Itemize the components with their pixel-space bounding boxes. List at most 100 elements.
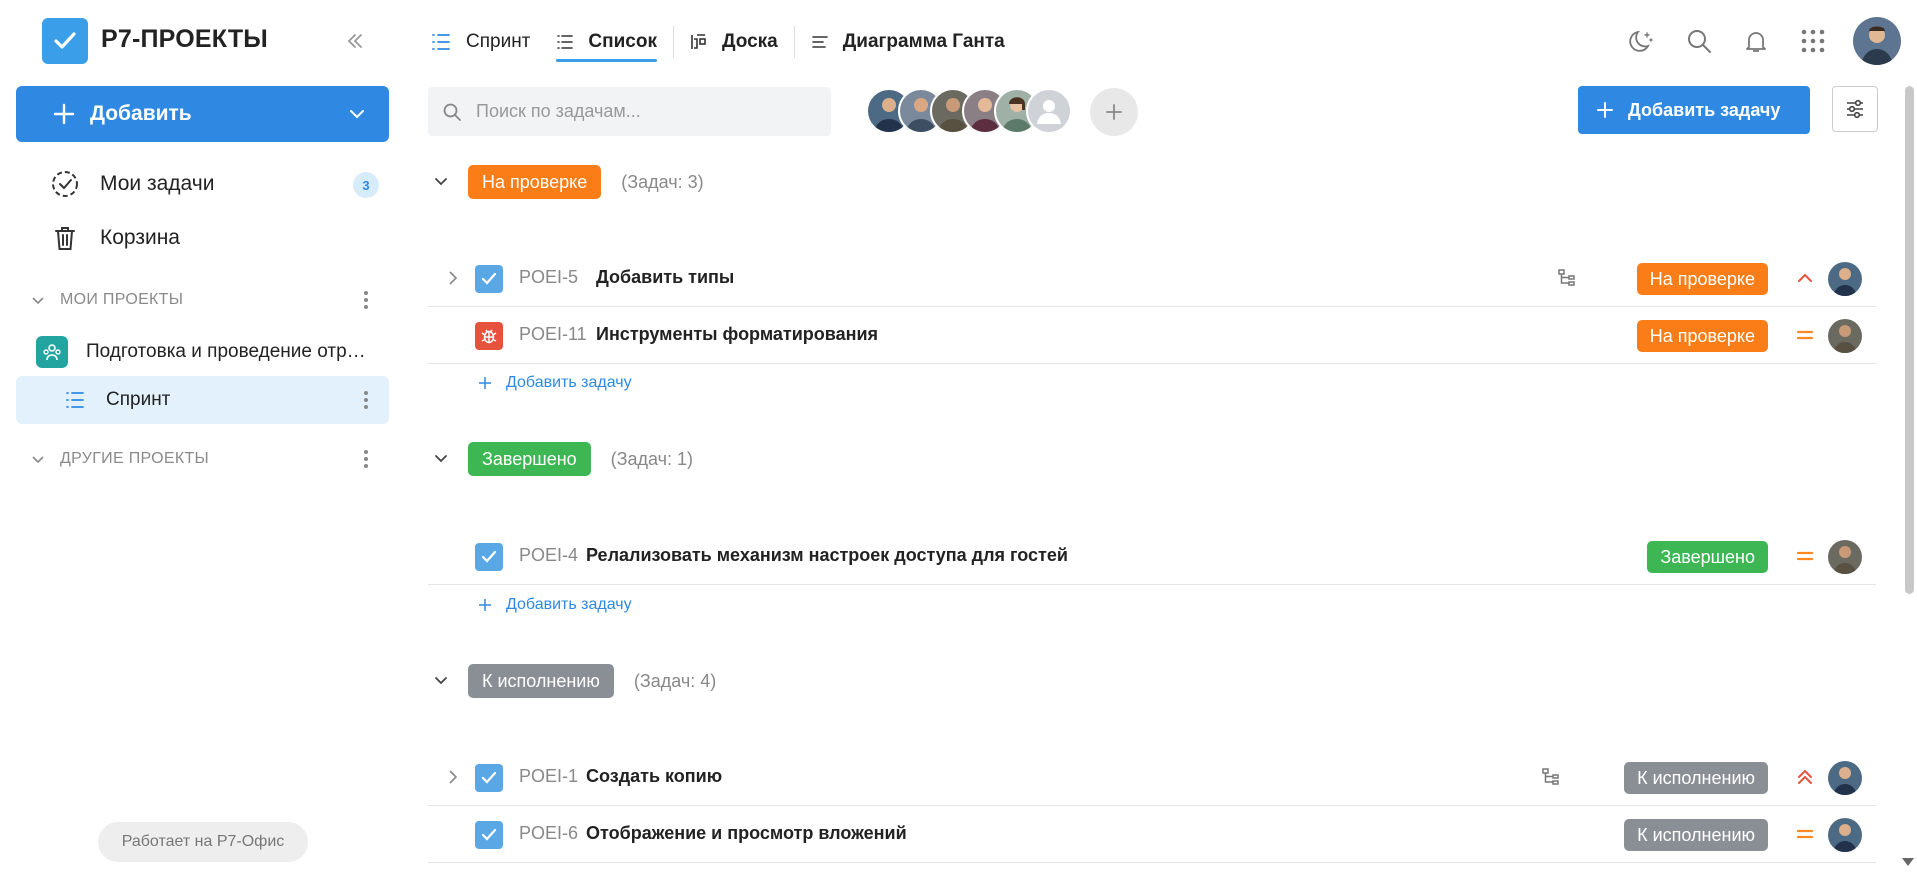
task-type-checkbox-icon	[475, 543, 503, 571]
page-title: Спринт	[466, 31, 531, 52]
more-vertical-icon[interactable]	[356, 388, 376, 412]
group-status-badge: Завершено	[468, 442, 591, 476]
add-task-button[interactable]: Добавить задачу	[1578, 86, 1810, 134]
task-type-checkbox-icon	[475, 821, 503, 849]
subtasks-icon	[1558, 269, 1575, 286]
project-item[interactable]: Подготовка и проведение отраслевой конфе…	[36, 335, 386, 369]
filter-settings-button[interactable]	[1832, 86, 1878, 132]
my-projects-section[interactable]: МОИ ПРОЕКТЫ	[30, 288, 183, 312]
group-task-count: (Задач: 3)	[621, 171, 704, 192]
plus-icon	[1597, 102, 1613, 118]
tab-board[interactable]: Доска	[690, 20, 778, 64]
chevron-down-icon[interactable]	[430, 670, 452, 692]
group-status-badge: К исполнению	[468, 664, 614, 698]
more-vertical-icon[interactable]	[356, 447, 376, 471]
section-label: МОИ ПРОЕКТЫ	[60, 291, 184, 308]
priority-medium-icon[interactable]	[1794, 545, 1816, 567]
task-count-badge: 3	[353, 172, 379, 198]
plus-icon	[53, 103, 75, 125]
task-status-badge[interactable]: Завершено	[1647, 541, 1768, 573]
task-status-badge[interactable]: К исполнению	[1624, 819, 1768, 851]
group-task-count: (Задач: 4)	[633, 670, 717, 691]
table-row[interactable]: POEI-4 Релализовать механизм настроек до…	[428, 528, 1876, 585]
app-title: Р7-ПРОЕКТЫ	[101, 25, 268, 53]
section-label: ДРУГИЕ ПРОЕКТЫ	[60, 450, 209, 467]
tab-divider	[793, 26, 795, 58]
task-title[interactable]: Добавить типы	[596, 267, 734, 288]
sidebar-item-my-tasks[interactable]: Мои задачи 3	[16, 161, 389, 207]
search-input[interactable]	[476, 101, 806, 122]
scroll-down-arrow-icon[interactable]	[1902, 858, 1914, 866]
more-vertical-icon[interactable]	[356, 288, 376, 312]
assignee-avatar[interactable]	[1828, 818, 1862, 852]
sprint-title: Спринт	[430, 20, 530, 64]
chevron-down-icon	[32, 456, 44, 464]
tab-divider	[672, 26, 674, 58]
table-row[interactable]: POEI-11 Инструменты форматирования На пр…	[428, 307, 1876, 364]
task-code: POEI-5	[519, 267, 579, 287]
scrollbar-thumb[interactable]	[1905, 86, 1914, 594]
assignee-avatar[interactable]	[1828, 540, 1862, 574]
task-status-badge[interactable]: На проверке	[1636, 320, 1768, 352]
table-row[interactable]: POEI-5 Добавить типы На проверке	[428, 250, 1876, 307]
apps-grid-icon[interactable]	[1799, 27, 1827, 55]
chevron-down-icon	[32, 297, 44, 305]
chevron-down-icon[interactable]	[430, 448, 452, 470]
plus-icon	[479, 377, 491, 389]
add-task-link[interactable]: Добавить задачу	[478, 592, 632, 618]
plus-icon	[1106, 104, 1122, 120]
table-row[interactable]: POEI-6 Отображение и просмотр вложений К…	[428, 806, 1876, 863]
add-member-button[interactable]	[1090, 88, 1138, 136]
assignee-avatar[interactable]	[1828, 761, 1862, 795]
task-title[interactable]: Создать копию	[586, 766, 722, 787]
other-projects-section[interactable]: ДРУГИЕ ПРОЕКТЫ	[30, 447, 209, 471]
list-icon	[66, 392, 84, 408]
team-avatars[interactable]	[866, 88, 1072, 136]
placeholder-avatar[interactable]	[1026, 88, 1072, 134]
task-type-checkbox-icon	[475, 764, 503, 792]
chevron-right-icon[interactable]	[443, 767, 463, 787]
sidebar-item-sprint[interactable]: Спринт	[16, 376, 389, 424]
assignee-avatar[interactable]	[1828, 262, 1862, 296]
user-avatar[interactable]	[1853, 17, 1901, 65]
project-name: Подготовка и проведение отраслевой конфе…	[86, 341, 376, 362]
group-task-count: (Задач: 1)	[610, 448, 694, 469]
task-title[interactable]: Инструменты форматирования	[596, 324, 878, 345]
tab-label: Список	[588, 31, 657, 52]
tab-gantt[interactable]: Диаграмма Ганта	[811, 20, 1005, 64]
sidebar-item-trash[interactable]: Корзина	[16, 215, 389, 261]
add-task-button-label: Добавить задачу	[1628, 99, 1781, 120]
board-icon	[691, 34, 706, 49]
trash-icon	[55, 227, 75, 250]
add-task-link[interactable]: Добавить задачу	[478, 370, 632, 396]
group-header[interactable]: Завершено (Задач: 1)	[430, 441, 693, 477]
add-button[interactable]: Добавить	[16, 86, 389, 142]
table-row[interactable]: POEI-1 Создать копию К исполнению	[428, 749, 1876, 806]
add-task-link-label: Добавить задачу	[506, 374, 632, 391]
priority-high-icon[interactable]	[1794, 267, 1816, 289]
priority-highest-icon[interactable]	[1794, 766, 1816, 788]
priority-medium-icon[interactable]	[1794, 823, 1816, 845]
task-title[interactable]: Отображение и просмотр вложений	[586, 823, 907, 844]
task-status-badge[interactable]: На проверке	[1636, 263, 1768, 295]
theme-moon-icon[interactable]	[1628, 27, 1656, 55]
collapse-sidebar-icon[interactable]	[344, 30, 366, 52]
search-field[interactable]	[428, 87, 831, 136]
task-status-badge[interactable]: К исполнению	[1624, 762, 1768, 794]
assignee-avatar[interactable]	[1828, 319, 1862, 353]
task-code: POEI-1	[519, 766, 579, 786]
sidebar-item-label: Мои задачи	[100, 172, 215, 195]
group-header[interactable]: На проверке (Задач: 3)	[430, 164, 704, 200]
header-actions	[1599, 16, 1901, 66]
bell-icon[interactable]	[1742, 27, 1770, 55]
chevron-down-icon[interactable]	[430, 171, 452, 193]
chevron-right-icon[interactable]	[443, 268, 463, 288]
powered-by-badge[interactable]: Работает на Р7-Офис	[98, 822, 308, 862]
chevron-down-icon[interactable]	[347, 104, 367, 124]
sliders-icon	[1847, 99, 1863, 119]
search-icon[interactable]	[1685, 27, 1713, 55]
group-header[interactable]: К исполнению (Задач: 4)	[430, 663, 716, 699]
task-title[interactable]: Релализовать механизм настроек доступа д…	[586, 545, 1068, 566]
tab-list[interactable]: Список	[556, 20, 657, 64]
priority-medium-icon[interactable]	[1794, 324, 1816, 346]
